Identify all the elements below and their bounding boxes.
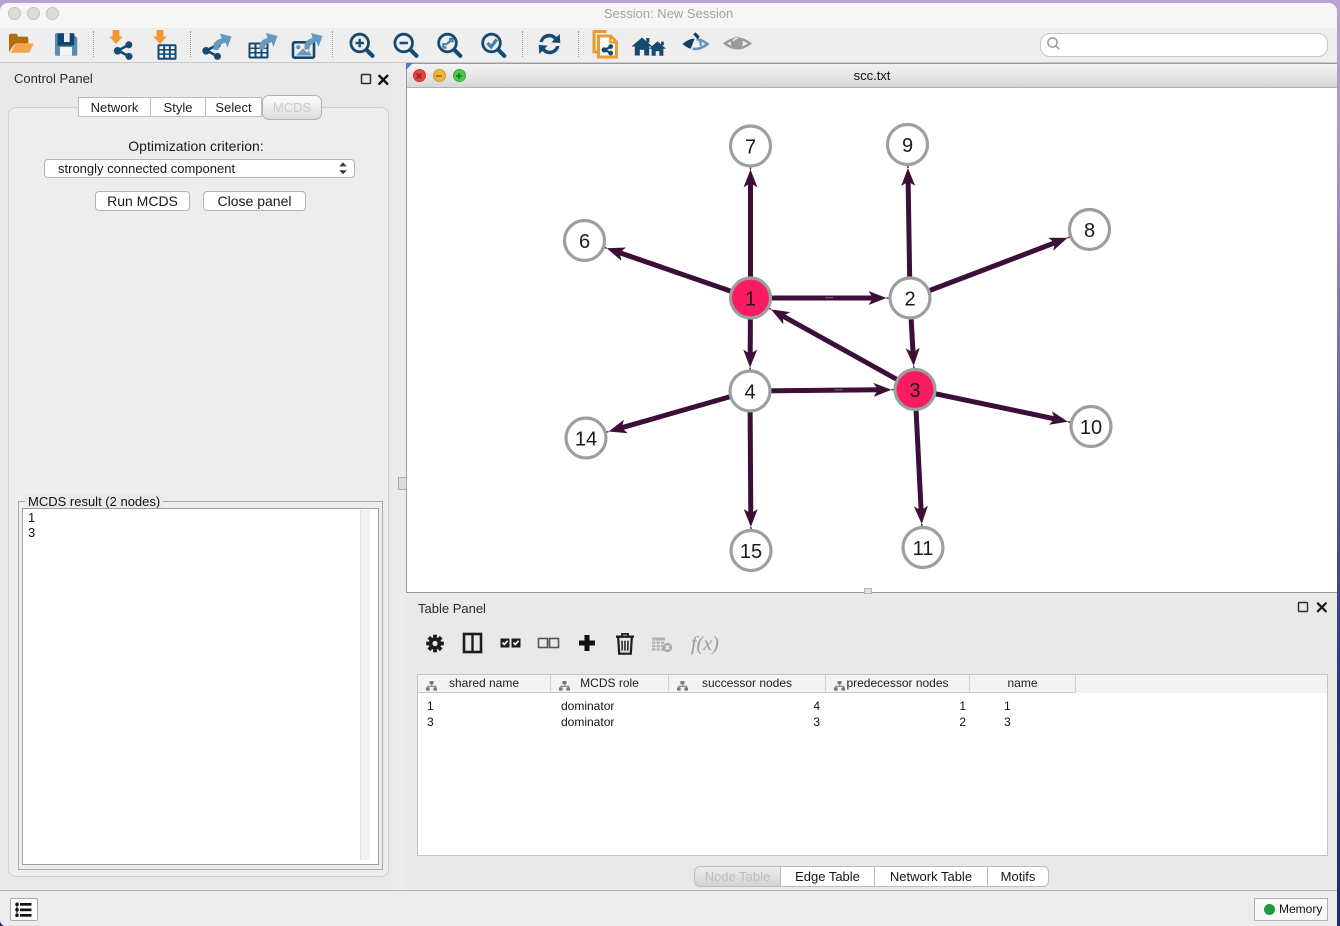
svg-text:1: 1 xyxy=(745,289,756,311)
svg-text:4: 4 xyxy=(744,382,755,404)
svg-text:14: 14 xyxy=(575,429,597,451)
svg-text:10: 10 xyxy=(1080,417,1102,439)
svg-text:9: 9 xyxy=(902,135,913,157)
svg-text:11: 11 xyxy=(913,538,934,560)
svg-text:15: 15 xyxy=(740,541,762,563)
svg-text:7: 7 xyxy=(745,137,756,159)
svg-text:f(x): f(x) xyxy=(691,633,719,655)
svg-text:2: 2 xyxy=(904,289,915,311)
svg-text:8: 8 xyxy=(1084,220,1095,242)
svg-text:6: 6 xyxy=(579,231,590,253)
svg-text:3: 3 xyxy=(909,380,920,402)
